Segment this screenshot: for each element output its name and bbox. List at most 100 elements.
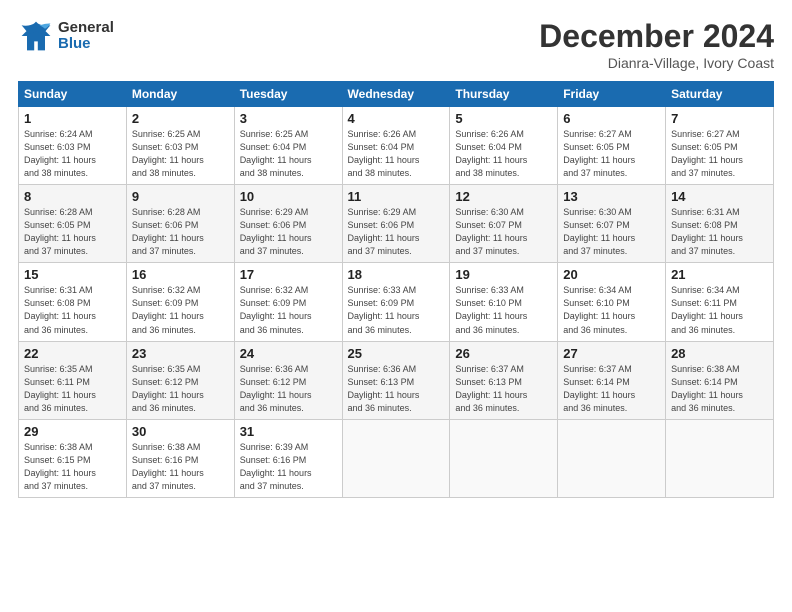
header: General Blue December 2024 Dianra-Villag… bbox=[18, 18, 774, 71]
calendar-cell: 16Sunrise: 6:32 AM Sunset: 6:09 PM Dayli… bbox=[126, 263, 234, 341]
day-number: 8 bbox=[24, 189, 121, 204]
calendar-cell: 13 Sunrise: 6:30 AM Sunset: 6:07 PM Dayli… bbox=[558, 185, 666, 263]
day-info: Sunrise: 6:38 AM Sunset: 6:16 PM Dayligh… bbox=[132, 441, 229, 493]
day-number: 25 bbox=[348, 346, 445, 361]
calendar-cell: 26 Sunrise: 6:37 AM Sunset: 6:13 PM Dayli… bbox=[450, 341, 558, 419]
calendar-week-3: 15 Sunrise: 6:31 AM Sunset: 6:08 PM Dayli… bbox=[19, 263, 774, 341]
col-saturday: Saturday bbox=[666, 82, 774, 107]
calendar-location: Dianra-Village, Ivory Coast bbox=[539, 55, 774, 71]
calendar-cell: 4 Sunrise: 6:26 AM Sunset: 6:04 PM Daylig… bbox=[342, 107, 450, 185]
calendar-table: Sunday Monday Tuesday Wednesday Thursday… bbox=[18, 81, 774, 498]
day-number: 7 bbox=[671, 111, 768, 126]
calendar-cell: 19 Sunrise: 6:33 AM Sunset: 6:10 PM Dayli… bbox=[450, 263, 558, 341]
logo-general-text: General bbox=[58, 20, 114, 37]
col-wednesday: Wednesday bbox=[342, 82, 450, 107]
calendar-cell: 23 Sunrise: 6:35 AM Sunset: 6:12 PM Dayli… bbox=[126, 341, 234, 419]
calendar-cell: 17 Sunrise: 6:32 AM Sunset: 6:09 PM Dayli… bbox=[234, 263, 342, 341]
day-info: Sunrise: 6:28 AM Sunset: 6:06 PM Dayligh… bbox=[132, 206, 229, 258]
calendar-cell: 8 Sunrise: 6:28 AM Sunset: 6:05 PM Daylig… bbox=[19, 185, 127, 263]
day-info: Sunrise: 6:29 AM Sunset: 6:06 PM Dayligh… bbox=[348, 206, 445, 258]
calendar-cell: 21 Sunrise: 6:34 AM Sunset: 6:11 PM Dayli… bbox=[666, 263, 774, 341]
day-info: Sunrise: 6:32 AM Sunset: 6:09 PM Dayligh… bbox=[240, 284, 337, 336]
col-monday: Monday bbox=[126, 82, 234, 107]
calendar-cell: 25 Sunrise: 6:36 AM Sunset: 6:13 PM Dayli… bbox=[342, 341, 450, 419]
day-info: Sunrise: 6:24 AM Sunset: 6:03 PM Dayligh… bbox=[24, 128, 121, 180]
calendar-cell: 1Sunrise: 6:24 AM Sunset: 6:03 PM Daylig… bbox=[19, 107, 127, 185]
calendar-cell: 15 Sunrise: 6:31 AM Sunset: 6:08 PM Dayli… bbox=[19, 263, 127, 341]
day-number: 5 bbox=[455, 111, 552, 126]
calendar-cell: 9 Sunrise: 6:28 AM Sunset: 6:06 PM Daylig… bbox=[126, 185, 234, 263]
day-info: Sunrise: 6:33 AM Sunset: 6:09 PM Dayligh… bbox=[348, 284, 445, 336]
calendar-cell: 14Sunrise: 6:31 AM Sunset: 6:08 PM Dayli… bbox=[666, 185, 774, 263]
day-number: 22 bbox=[24, 346, 121, 361]
day-info: Sunrise: 6:36 AM Sunset: 6:12 PM Dayligh… bbox=[240, 363, 337, 415]
day-number: 24 bbox=[240, 346, 337, 361]
col-tuesday: Tuesday bbox=[234, 82, 342, 107]
day-info: Sunrise: 6:29 AM Sunset: 6:06 PM Dayligh… bbox=[240, 206, 337, 258]
calendar-header-row: Sunday Monday Tuesday Wednesday Thursday… bbox=[19, 82, 774, 107]
day-number: 13 bbox=[563, 189, 660, 204]
day-number: 23 bbox=[132, 346, 229, 361]
day-info: Sunrise: 6:37 AM Sunset: 6:13 PM Dayligh… bbox=[455, 363, 552, 415]
calendar-cell: 22 Sunrise: 6:35 AM Sunset: 6:11 PM Dayli… bbox=[19, 341, 127, 419]
logo-text: General Blue bbox=[58, 20, 114, 53]
calendar-cell: 11 Sunrise: 6:29 AM Sunset: 6:06 PM Dayli… bbox=[342, 185, 450, 263]
calendar-cell bbox=[558, 419, 666, 497]
day-info: Sunrise: 6:35 AM Sunset: 6:11 PM Dayligh… bbox=[24, 363, 121, 415]
day-info: Sunrise: 6:35 AM Sunset: 6:12 PM Dayligh… bbox=[132, 363, 229, 415]
calendar-cell: 10 Sunrise: 6:29 AM Sunset: 6:06 PM Dayli… bbox=[234, 185, 342, 263]
title-block: December 2024 Dianra-Village, Ivory Coas… bbox=[539, 18, 774, 71]
calendar-cell: 2Sunrise: 6:25 AM Sunset: 6:03 PM Daylig… bbox=[126, 107, 234, 185]
calendar-cell bbox=[450, 419, 558, 497]
day-number: 27 bbox=[563, 346, 660, 361]
day-number: 4 bbox=[348, 111, 445, 126]
calendar-week-1: 1Sunrise: 6:24 AM Sunset: 6:03 PM Daylig… bbox=[19, 107, 774, 185]
day-info: Sunrise: 6:37 AM Sunset: 6:14 PM Dayligh… bbox=[563, 363, 660, 415]
day-info: Sunrise: 6:27 AM Sunset: 6:05 PM Dayligh… bbox=[671, 128, 768, 180]
calendar-cell: 24 Sunrise: 6:36 AM Sunset: 6:12 PM Dayli… bbox=[234, 341, 342, 419]
day-number: 11 bbox=[348, 189, 445, 204]
day-info: Sunrise: 6:34 AM Sunset: 6:10 PM Dayligh… bbox=[563, 284, 660, 336]
day-info: Sunrise: 6:26 AM Sunset: 6:04 PM Dayligh… bbox=[455, 128, 552, 180]
day-info: Sunrise: 6:38 AM Sunset: 6:14 PM Dayligh… bbox=[671, 363, 768, 415]
calendar-cell: 27 Sunrise: 6:37 AM Sunset: 6:14 PM Dayli… bbox=[558, 341, 666, 419]
day-number: 19 bbox=[455, 267, 552, 282]
day-number: 17 bbox=[240, 267, 337, 282]
day-info: Sunrise: 6:39 AM Sunset: 6:16 PM Dayligh… bbox=[240, 441, 337, 493]
calendar-cell: 3Sunrise: 6:25 AM Sunset: 6:04 PM Daylig… bbox=[234, 107, 342, 185]
calendar-cell: 31 Sunrise: 6:39 AM Sunset: 6:16 PM Dayli… bbox=[234, 419, 342, 497]
calendar-cell: 18 Sunrise: 6:33 AM Sunset: 6:09 PM Dayli… bbox=[342, 263, 450, 341]
calendar-cell bbox=[342, 419, 450, 497]
calendar-cell: 7 Sunrise: 6:27 AM Sunset: 6:05 PM Daylig… bbox=[666, 107, 774, 185]
day-number: 16 bbox=[132, 267, 229, 282]
day-info: Sunrise: 6:27 AM Sunset: 6:05 PM Dayligh… bbox=[563, 128, 660, 180]
day-info: Sunrise: 6:33 AM Sunset: 6:10 PM Dayligh… bbox=[455, 284, 552, 336]
day-info: Sunrise: 6:34 AM Sunset: 6:11 PM Dayligh… bbox=[671, 284, 768, 336]
calendar-cell: 6Sunrise: 6:27 AM Sunset: 6:05 PM Daylig… bbox=[558, 107, 666, 185]
calendar-cell: 30 Sunrise: 6:38 AM Sunset: 6:16 PM Dayli… bbox=[126, 419, 234, 497]
day-number: 9 bbox=[132, 189, 229, 204]
day-number: 30 bbox=[132, 424, 229, 439]
day-info: Sunrise: 6:31 AM Sunset: 6:08 PM Dayligh… bbox=[24, 284, 121, 336]
day-number: 15 bbox=[24, 267, 121, 282]
calendar-cell: 20Sunrise: 6:34 AM Sunset: 6:10 PM Dayli… bbox=[558, 263, 666, 341]
logo: General Blue bbox=[18, 18, 114, 54]
day-info: Sunrise: 6:28 AM Sunset: 6:05 PM Dayligh… bbox=[24, 206, 121, 258]
day-info: Sunrise: 6:36 AM Sunset: 6:13 PM Dayligh… bbox=[348, 363, 445, 415]
day-number: 31 bbox=[240, 424, 337, 439]
day-info: Sunrise: 6:30 AM Sunset: 6:07 PM Dayligh… bbox=[563, 206, 660, 258]
day-info: Sunrise: 6:25 AM Sunset: 6:04 PM Dayligh… bbox=[240, 128, 337, 180]
day-info: Sunrise: 6:26 AM Sunset: 6:04 PM Dayligh… bbox=[348, 128, 445, 180]
day-number: 10 bbox=[240, 189, 337, 204]
logo-icon bbox=[18, 18, 54, 54]
calendar-cell: 12Sunrise: 6:30 AM Sunset: 6:07 PM Dayli… bbox=[450, 185, 558, 263]
day-number: 18 bbox=[348, 267, 445, 282]
day-number: 21 bbox=[671, 267, 768, 282]
calendar-week-4: 22 Sunrise: 6:35 AM Sunset: 6:11 PM Dayli… bbox=[19, 341, 774, 419]
calendar-cell: 29Sunrise: 6:38 AM Sunset: 6:15 PM Dayli… bbox=[19, 419, 127, 497]
calendar-cell: 5 Sunrise: 6:26 AM Sunset: 6:04 PM Daylig… bbox=[450, 107, 558, 185]
col-sunday: Sunday bbox=[19, 82, 127, 107]
day-number: 26 bbox=[455, 346, 552, 361]
calendar-title: December 2024 bbox=[539, 18, 774, 55]
day-number: 12 bbox=[455, 189, 552, 204]
